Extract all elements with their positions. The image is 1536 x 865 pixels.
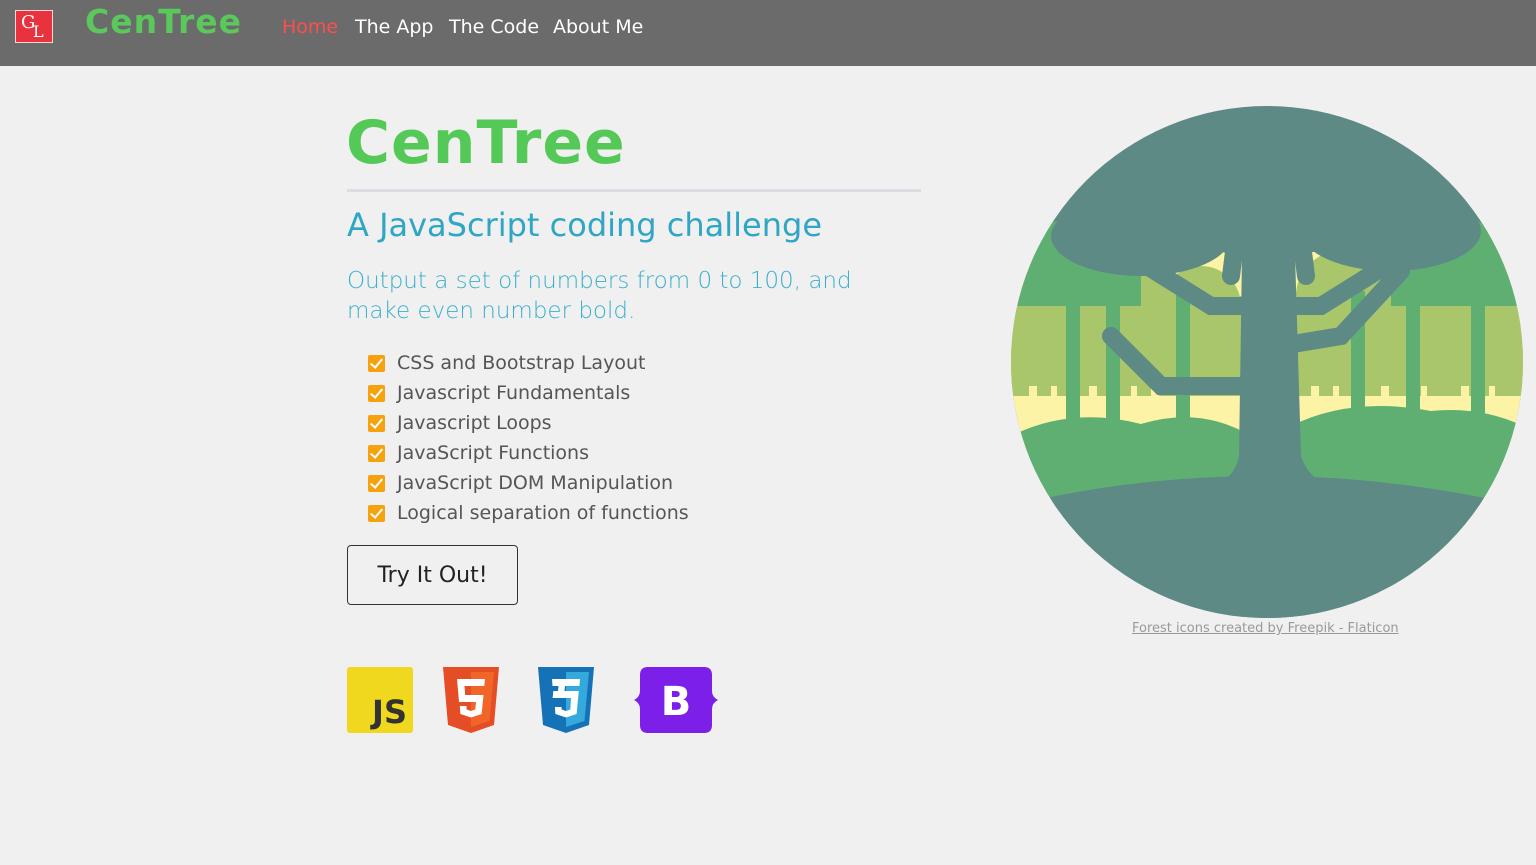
checkbox-icon: [368, 354, 385, 372]
feature-list: CSS and Bootstrap Layout Javascript Fund…: [368, 348, 689, 528]
bootstrap-icon-label: B: [661, 679, 692, 725]
checkbox-icon: [368, 414, 385, 432]
checkbox-icon: [368, 474, 385, 492]
list-item: Logical separation of functions: [368, 498, 689, 528]
logo-letter-l: L: [33, 22, 44, 41]
navbar: G L CenTree Home The App The Code About …: [0, 0, 1536, 66]
forest-tree-illustration: [1011, 106, 1523, 618]
nav-link-about-me[interactable]: About Me: [553, 16, 643, 38]
feature-label: Logical separation of functions: [397, 502, 689, 524]
list-item: JavaScript Functions: [368, 438, 689, 468]
feature-label: CSS and Bootstrap Layout: [397, 352, 646, 374]
list-item: CSS and Bootstrap Layout: [368, 348, 689, 378]
try-it-out-button[interactable]: Try It Out!: [347, 545, 518, 605]
checkbox-icon: [368, 504, 385, 522]
list-item: JavaScript DOM Manipulation: [368, 468, 689, 498]
html5-icon: [443, 667, 499, 733]
title-divider: [347, 189, 921, 192]
nav-link-home[interactable]: Home: [282, 16, 338, 38]
site-logo[interactable]: G L: [15, 10, 53, 43]
list-item: Javascript Fundamentals: [368, 378, 689, 408]
image-credit-link[interactable]: Forest icons created by Freepik - Flatic…: [1132, 621, 1399, 636]
bootstrap-icon: B: [634, 667, 718, 733]
page-title: CenTree: [346, 108, 626, 178]
navbar-brand[interactable]: CenTree: [85, 2, 242, 41]
javascript-icon: JS: [347, 667, 413, 733]
checkbox-icon: [368, 444, 385, 462]
javascript-icon-label: JS: [372, 693, 407, 731]
feature-label: Javascript Fundamentals: [397, 382, 631, 404]
feature-label: JavaScript DOM Manipulation: [397, 472, 674, 494]
feature-label: Javascript Loops: [397, 412, 552, 434]
checkbox-icon: [368, 384, 385, 402]
challenge-description: Output a set of numbers from 0 to 100, a…: [347, 268, 852, 324]
nav-link-the-code[interactable]: The Code: [449, 16, 539, 38]
nav-link-the-app[interactable]: The App: [355, 16, 434, 38]
css3-icon: [538, 667, 594, 733]
list-item: Javascript Loops: [368, 408, 689, 438]
feature-label: JavaScript Functions: [397, 442, 589, 464]
page-subtitle: A JavaScript coding challenge: [347, 206, 823, 244]
